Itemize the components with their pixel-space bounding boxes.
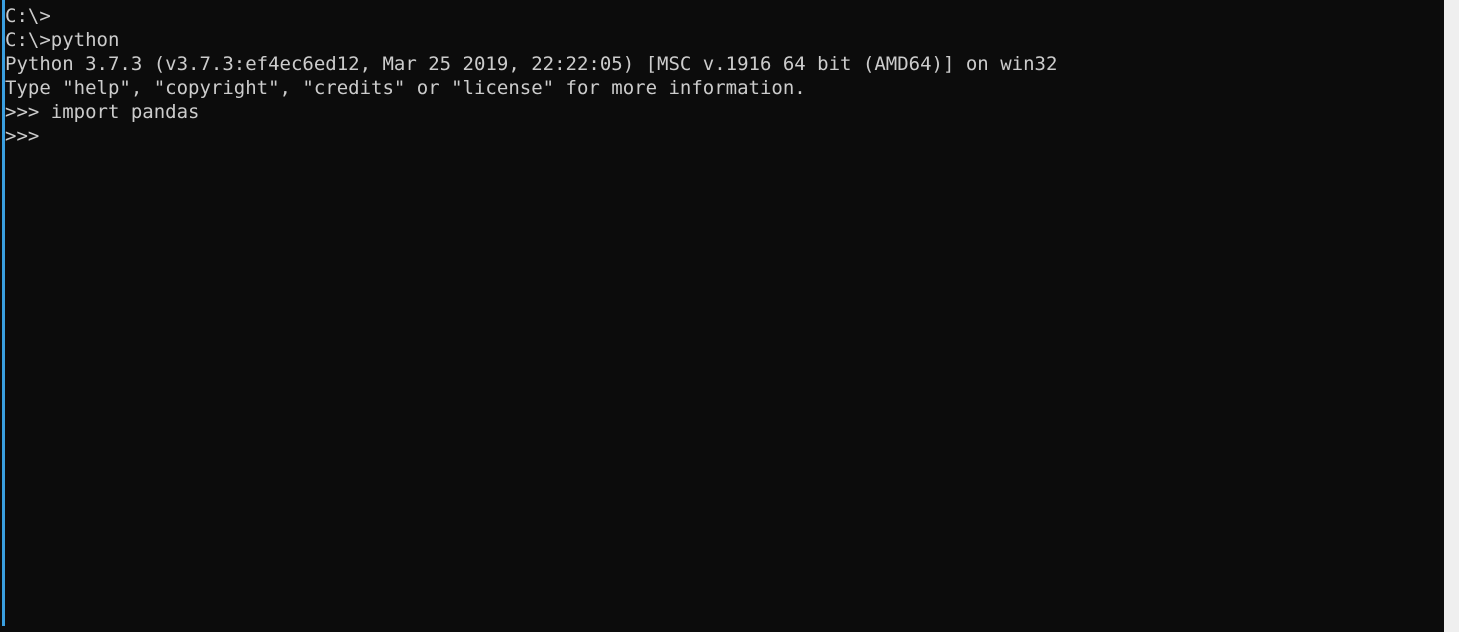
console-line-2: Python 3.7.3 (v3.7.3:ef4ec6ed12, Mar 25 … [5,53,1058,75]
text-cursor [40,136,50,156]
console-line-5: >>> [5,125,40,147]
command-prompt-window[interactable]: C:\> C:\>python Python 3.7.3 (v3.7.3:ef4… [0,0,1444,632]
console-output-area[interactable]: C:\> C:\>python Python 3.7.3 (v3.7.3:ef4… [0,0,1444,632]
screen: C:\> C:\>python Python 3.7.3 (v3.7.3:ef4… [0,0,1459,632]
console-line-4: >>> import pandas [5,101,200,123]
console-line-3: Type "help", "copyright", "credits" or "… [5,77,806,99]
console-line-1: C:\>python [5,29,120,51]
console-line-0: C:\> [5,5,51,27]
